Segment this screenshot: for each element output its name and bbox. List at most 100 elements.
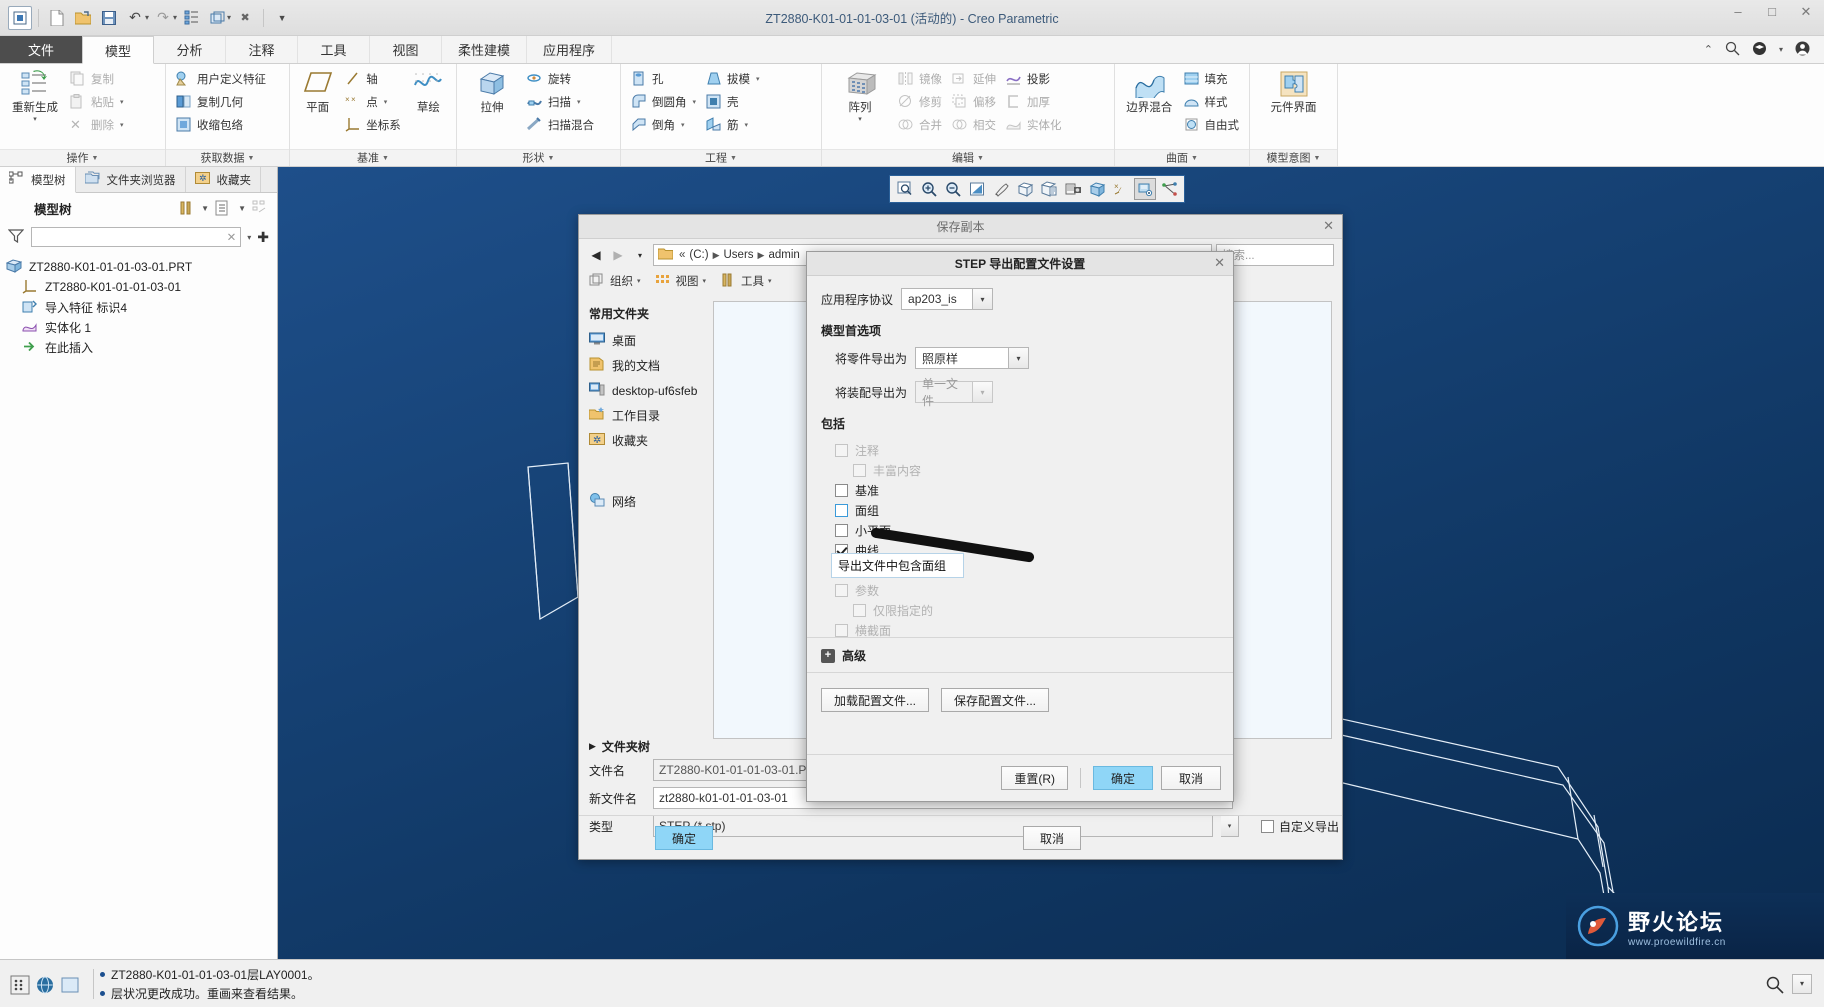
advanced-expander[interactable]: + 高级 [821,647,866,664]
settings-caret-icon[interactable]: ▼ [238,204,246,213]
boundary-blend-button[interactable]: 边界混合 [1121,68,1178,115]
regenerate-caret-icon[interactable]: ▾ [33,115,37,123]
place-network[interactable]: 网络 [589,489,705,514]
close-button[interactable]: ✕ [1796,4,1816,20]
save-dialog-close-icon[interactable]: ✕ [1323,218,1334,234]
chamfer-button[interactable]: 倒角 ▾ [627,114,700,136]
nav-forward-icon[interactable]: ▶ [609,246,627,264]
save-ok-button[interactable]: 确定 [655,826,713,850]
datum-plane-button[interactable]: 平面 [296,68,339,115]
tools-caret-icon[interactable]: ▼ [201,204,209,213]
maximize-button[interactable]: □ [1762,4,1782,20]
advanced-expand-icon[interactable]: + [821,648,835,663]
place-computer[interactable]: desktop-uf6sfeb [589,378,705,403]
pattern-caret-icon[interactable]: ▾ [858,115,862,123]
tree-item-part[interactable]: ZT2880-K01-01-01-03-01.PRT [5,257,277,277]
zoom-in-icon[interactable] [918,178,940,200]
udf-button[interactable]: 用户定义特征 [172,68,270,90]
minimize-button[interactable]: – [1728,4,1748,20]
part-export-caret-icon[interactable]: ▾ [1009,347,1030,369]
help-caret-icon[interactable]: ▾ [1779,45,1783,54]
zoom-out-icon[interactable] [942,178,964,200]
new-file-icon[interactable] [45,6,69,30]
include-quilts[interactable]: 面组 [835,500,1219,520]
filter-icon[interactable] [7,228,25,246]
annotation-display-icon[interactable] [1134,178,1156,200]
view-menu[interactable]: 视图 ▾ [655,273,706,290]
sidebar-item-model-tree[interactable]: 模型树 [0,167,76,193]
project-button[interactable]: 投影 [1002,68,1066,90]
part-export-select[interactable]: 照原样 ▾ [915,347,1030,369]
chamfer-caret-icon[interactable]: ▾ [681,121,685,129]
organize-menu[interactable]: 组织 ▾ [589,273,641,290]
organize-caret-icon[interactable]: ▾ [637,277,641,285]
hole-button[interactable]: 孔 [627,68,700,90]
breadcrumb-overflow-icon[interactable]: « [679,249,685,261]
ribbon-group-surfaces-label[interactable]: 曲面 ▼ [1115,149,1249,166]
app-menu-icon[interactable] [8,5,32,30]
step-dialog-close-icon[interactable]: ✕ [1214,255,1225,271]
collapse-ribbon-icon[interactable]: ⌃ [1704,43,1713,56]
copy-geometry-button[interactable]: 复制几何 [172,91,270,113]
model-tree-filter-input[interactable]: ✕ [31,227,242,247]
save-config-button[interactable]: 保存配置文件... [941,688,1050,712]
component-interface-button[interactable]: 元件界面 [1262,68,1326,115]
undo-icon[interactable]: ↶ [123,6,147,30]
datum-point-button[interactable]: × × 点 ▾ [341,91,405,113]
filter-clear-icon[interactable]: ✕ [227,230,237,244]
round-button[interactable]: 倒圆角 ▾ [627,91,700,113]
sweep-button[interactable]: 扫描 ▾ [523,91,598,113]
draft-caret-icon[interactable]: ▾ [756,75,760,83]
tab-annotate[interactable]: 注释 [226,36,298,63]
tools-icon[interactable] [178,200,195,217]
selection-caret-icon[interactable]: ▾ [1792,973,1812,994]
window-icon[interactable] [205,6,229,30]
include-quilts-box[interactable] [835,503,848,517]
include-facets-box[interactable] [835,523,848,537]
include-datums[interactable]: 基准 [835,480,1219,500]
pattern-button[interactable]: 阵列 ▾ [828,68,892,123]
datum-display-icon[interactable]: × ∕ [1110,178,1132,200]
round-caret-icon[interactable]: ▾ [693,98,697,106]
refit-icon[interactable] [966,178,988,200]
place-desktop[interactable]: 桌面 [589,328,705,353]
breadcrumb-item-drive[interactable]: (C:) [689,249,708,261]
ribbon-group-editing-label[interactable]: 编辑 ▼ [822,149,1114,166]
extrude-button[interactable]: 拉伸 [463,68,521,115]
ribbon-group-get-data-label[interactable]: 获取数据 ▼ [166,149,289,166]
tree-item-csys[interactable]: ZT2880-K01-01-01-03-01 [6,277,277,297]
breadcrumb-item-users[interactable]: Users [724,249,754,261]
shrinkwrap-button[interactable]: 收缩包络 [172,114,270,136]
place-favorites[interactable]: ✲ 收藏夹 [589,428,705,453]
help-icon[interactable] [1752,41,1767,59]
selection-filter-icon[interactable] [10,975,30,995]
place-documents[interactable]: 我的文档 [589,353,705,378]
sketch-button[interactable]: 草绘 [407,68,450,115]
ribbon-group-shapes-label[interactable]: 形状 ▼ [457,149,620,166]
tools-caret-icon[interactable]: ▾ [768,277,772,285]
draft-button[interactable]: 拔模 ▾ [702,68,764,90]
swept-blend-button[interactable]: 扫描混合 [523,114,598,136]
window-caret-icon[interactable]: ▾ [227,13,231,22]
display-style-icon[interactable] [1014,178,1036,200]
window-state-icon[interactable] [60,975,79,993]
search-icon[interactable] [1725,41,1740,59]
tools-menu[interactable]: 工具 ▾ [720,273,772,290]
filter-add-icon[interactable]: ✚ [257,229,269,246]
application-protocol-select[interactable]: ap203_is ▾ [901,288,994,310]
nav-back-icon[interactable]: ◀ [587,246,605,264]
tab-view[interactable]: 视图 [370,36,442,63]
shell-button[interactable]: 壳 [702,91,764,113]
spin-center-icon[interactable] [1158,178,1180,200]
regenerate-icon[interactable] [179,6,203,30]
ribbon-group-model-intent-label[interactable]: 模型意图 ▼ [1250,149,1337,166]
account-icon[interactable] [1795,41,1810,59]
ribbon-group-operations-label[interactable]: 操作 ▼ [0,149,165,166]
sidebar-item-folder-browser[interactable]: 文件夹浏览器 [76,167,186,192]
datum-point-caret-icon[interactable]: ▾ [384,98,388,106]
undo-caret-icon[interactable]: ▾ [145,13,149,22]
save-icon[interactable] [97,6,121,30]
revolve-button[interactable]: 旋转 [523,68,598,90]
load-config-button[interactable]: 加载配置文件... [821,688,930,712]
tree-item-insert-here[interactable]: 在此插入 [6,337,277,357]
